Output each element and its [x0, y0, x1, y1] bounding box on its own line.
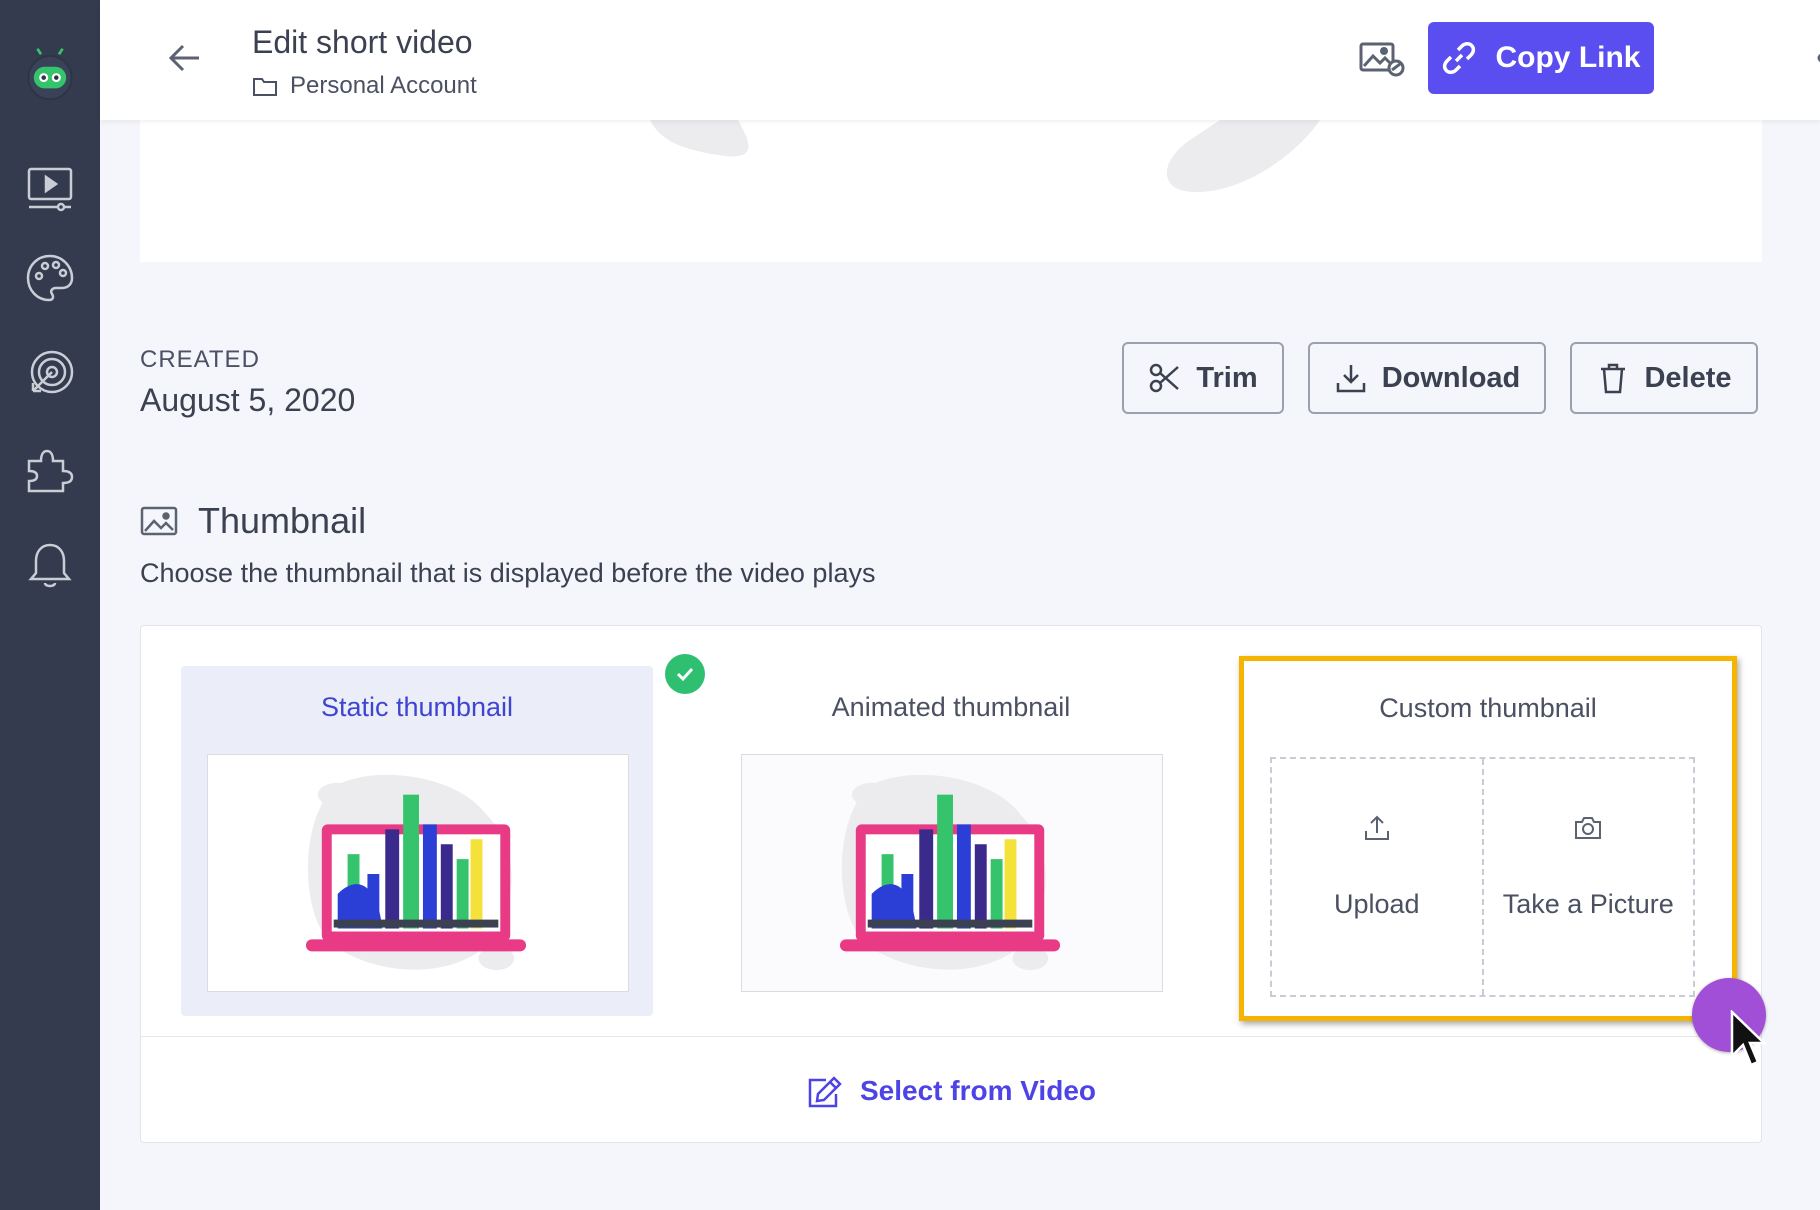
take-picture-label: Take a Picture: [1502, 889, 1674, 919]
upload-icon: [1364, 815, 1389, 840]
animated-thumbnail-preview: [741, 754, 1163, 992]
card-divider: [141, 1036, 1761, 1037]
delete-button[interactable]: Delete: [1570, 342, 1758, 414]
more-options-icon[interactable]: [1816, 40, 1820, 76]
trash-icon: [1601, 363, 1626, 394]
trim-label: Trim: [1196, 361, 1258, 394]
static-thumbnail-option[interactable]: Static thumbnail: [181, 654, 705, 1016]
palette-icon[interactable]: [20, 248, 80, 308]
breadcrumb-label: Personal Account: [290, 72, 477, 99]
thumbnail-title: Thumbnail: [198, 500, 367, 541]
breadcrumb[interactable]: Personal Account: [252, 72, 477, 100]
select-from-video-label: Select from Video: [859, 1075, 1096, 1106]
link-icon: [1443, 42, 1476, 74]
checkmark-icon: [665, 654, 705, 694]
scissors-icon: [1150, 363, 1180, 393]
page-title: Edit short video: [252, 24, 473, 60]
bell-icon[interactable]: [20, 536, 80, 596]
thumbnail-card: Static thumbnail Animated thumbnail Cust…: [140, 625, 1762, 1143]
video-library-icon[interactable]: [20, 160, 80, 220]
download-button[interactable]: Download: [1308, 342, 1546, 414]
robot-logo-icon[interactable]: [20, 44, 80, 104]
custom-thumbnail-label: Custom thumbnail: [1379, 693, 1597, 723]
download-label: Download: [1381, 361, 1521, 394]
custom-thumbnail-option: Custom thumbnail Upload Take a Picture: [1239, 656, 1737, 1021]
created-label: CREATED: [140, 346, 260, 373]
folder-icon: [253, 78, 277, 96]
mouse-pointer-icon: [1730, 1010, 1768, 1067]
custom-thumbnail-dropzone: Upload Take a Picture: [1270, 757, 1695, 997]
static-thumbnail-preview: [207, 754, 629, 992]
video-preview[interactable]: [140, 120, 1762, 262]
select-from-video-button[interactable]: Select from Video: [141, 1074, 1761, 1108]
upload-button[interactable]: Upload: [1272, 759, 1482, 995]
upload-label: Upload: [1333, 889, 1420, 919]
animated-thumbnail-option[interactable]: Animated thumbnail: [715, 666, 1187, 1016]
back-arrow-icon[interactable]: [165, 38, 205, 78]
animated-thumbnail-label: Animated thumbnail: [831, 692, 1071, 722]
copy-link-button[interactable]: Copy Link: [1428, 22, 1654, 94]
camera-icon: [1575, 817, 1602, 839]
take-picture-button[interactable]: Take a Picture: [1481, 759, 1694, 995]
image-link-icon[interactable]: [1358, 38, 1406, 82]
sidebar: [0, 0, 100, 1210]
static-thumbnail-label: Static thumbnail: [320, 692, 514, 722]
copy-link-label: Copy Link: [1495, 41, 1641, 74]
puzzle-icon[interactable]: [20, 440, 80, 500]
delete-label: Delete: [1644, 361, 1732, 394]
image-icon: [140, 506, 178, 536]
top-bar: Edit short video Personal Account Copy L…: [100, 0, 1820, 120]
trim-button[interactable]: Trim: [1122, 342, 1284, 414]
thumbnail-description: Choose the thumbnail that is displayed b…: [140, 558, 876, 588]
created-date: August 5, 2020: [140, 382, 356, 418]
download-icon: [1336, 365, 1365, 393]
target-icon[interactable]: [20, 344, 80, 404]
edit-icon: [808, 1076, 842, 1108]
